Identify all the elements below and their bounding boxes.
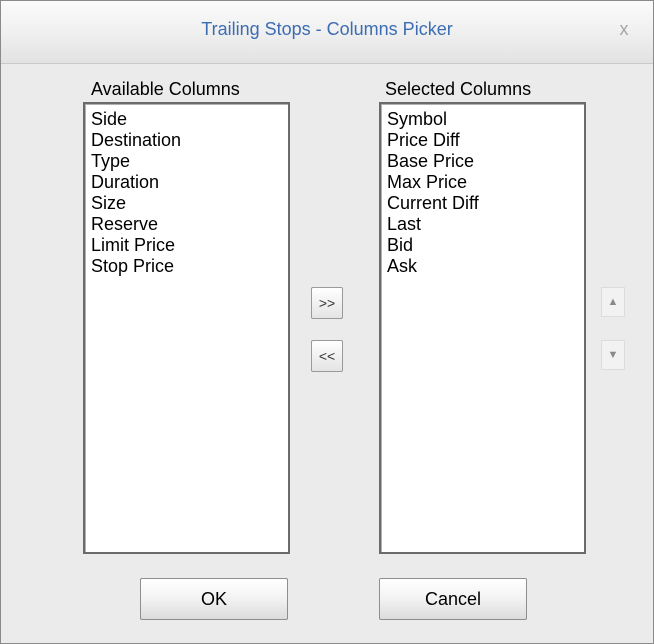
arrow-down-icon: ▼: [607, 349, 619, 361]
title-bar: Trailing Stops - Columns Picker x: [1, 1, 653, 64]
ok-button[interactable]: OK: [140, 578, 288, 620]
list-item[interactable]: Last: [387, 214, 584, 235]
list-item[interactable]: Current Diff: [387, 193, 584, 214]
window-title: Trailing Stops - Columns Picker: [201, 19, 453, 39]
list-item[interactable]: Reserve: [91, 214, 288, 235]
list-item[interactable]: Base Price: [387, 151, 584, 172]
list-item[interactable]: Destination: [91, 130, 288, 151]
available-columns-list[interactable]: Side Destination Type Duration Size Rese…: [83, 102, 290, 554]
list-item[interactable]: Side: [91, 109, 288, 130]
list-item[interactable]: Limit Price: [91, 235, 288, 256]
list-item[interactable]: Duration: [91, 172, 288, 193]
selected-columns-list[interactable]: Symbol Price Diff Base Price Max Price C…: [379, 102, 586, 554]
list-item[interactable]: Type: [91, 151, 288, 172]
move-down-button[interactable]: ▼: [601, 340, 625, 370]
list-item[interactable]: Symbol: [387, 109, 584, 130]
list-item[interactable]: Max Price: [387, 172, 584, 193]
selected-columns-label: Selected Columns: [385, 79, 532, 99]
move-up-button[interactable]: ▲: [601, 287, 625, 317]
cancel-button[interactable]: Cancel: [379, 578, 527, 620]
remove-column-button[interactable]: <<: [311, 340, 343, 372]
arrow-up-icon: ▲: [607, 296, 619, 308]
list-item[interactable]: Ask: [387, 256, 584, 277]
available-columns-label: Available Columns: [91, 79, 240, 99]
add-column-button[interactable]: >>: [311, 287, 343, 319]
list-item[interactable]: Size: [91, 193, 288, 214]
list-item[interactable]: Price Diff: [387, 130, 584, 151]
list-item[interactable]: Stop Price: [91, 256, 288, 277]
columns-picker-dialog: Trailing Stops - Columns Picker x Availa…: [0, 0, 654, 644]
close-icon[interactable]: x: [613, 18, 635, 40]
list-item[interactable]: Bid: [387, 235, 584, 256]
